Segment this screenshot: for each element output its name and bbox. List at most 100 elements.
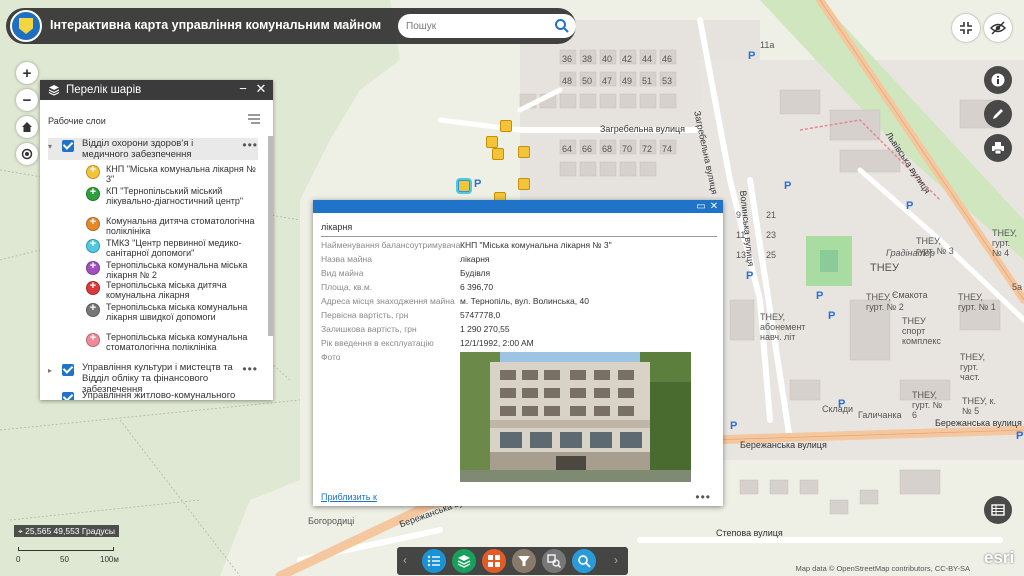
search-icon[interactable] [554,18,570,34]
edit-button[interactable] [984,100,1012,128]
attribute-key: Площа, кв.м. [321,282,373,292]
hospital-marker[interactable] [518,178,530,190]
crosshair-icon: ⌖ [18,526,23,536]
layer-options-button[interactable]: ••• [242,138,258,152]
layer-list-panel: Перелік шарів − ✕ Рабочие слои ▾ Відділ … [40,80,273,400]
legend-label: КП "Тернопільський міський лікувально-ді… [106,186,244,206]
minus-icon: − [22,91,32,109]
query-tool-button[interactable] [542,549,566,573]
feature-popup: ▭ ✕ лікарня Найменування балансоутримува… [313,200,723,506]
app-header: Інтерактивна карта управління комунальни… [6,8,576,44]
visibility-toggle-button[interactable] [984,14,1012,42]
legend-item: КНП "Міська комунальна лікарня № 3" [86,164,256,184]
hospital-symbol-icon [86,216,100,231]
locate-button[interactable] [16,143,38,165]
app-title: Інтерактивна карта управління комунальни… [50,18,382,32]
locate-icon [21,148,33,160]
parking-icon: P [748,50,756,62]
popup-divider [321,236,717,237]
hospital-symbol-icon [86,302,100,317]
minimize-panel-button[interactable]: − [235,81,251,96]
attribute-value: КНП "Міська комунальна лікарня № 3" [460,240,612,250]
legend-item: Комунальна дитяча стоматологічна поліклі… [86,216,256,236]
search-tool-button[interactable] [572,549,596,573]
filter-icon [518,556,530,566]
info-button[interactable] [984,66,1012,94]
parking-icon: P [828,310,836,322]
layer-group-health[interactable]: ▾ Відділ охорони здоров’я і медичного за… [48,138,258,160]
legend-tool-button[interactable] [422,549,446,573]
expand-caret-icon[interactable]: ▸ [48,366,58,375]
parking-icon: P [784,180,792,192]
legend-label: Тернопільська міська комунальна стоматол… [106,332,248,352]
pencil-icon [993,109,1003,119]
search-input[interactable] [406,17,556,35]
coordinate-text: 25,565 49,553 Градусы [25,526,115,536]
toolbar-prev-arrow-icon[interactable]: ‹ [403,553,407,567]
home-icon [22,122,32,132]
hospital-marker[interactable] [486,136,498,148]
attribute-key: Первісна вартість, грн [321,310,409,320]
toolbar-next-arrow-icon[interactable]: › [614,553,618,567]
building-photo[interactable] [460,352,691,482]
print-button[interactable] [984,134,1012,162]
attribute-key: Вид майна [321,268,364,278]
attribute-table-button[interactable] [984,496,1012,524]
hospital-marker[interactable] [518,146,530,158]
filter-tool-button[interactable] [512,549,536,573]
widget-toolbar: ‹ › [397,547,628,575]
eye-off-icon [990,21,1006,35]
layer-visibility-checkbox[interactable] [62,392,74,400]
popup-title: лікарня [321,222,353,232]
attribute-key: Залишкова вартість, грн [321,324,417,334]
parking-icon: P [838,398,846,410]
zoom-to-link[interactable]: Приблизить к [321,492,377,502]
popup-actions-button[interactable]: ••• [695,490,711,504]
parking-icon: P [746,270,754,282]
layer-group-label: Управління житлово-комунального [82,390,236,400]
layer-list-tool-button[interactable] [452,549,476,573]
layer-visibility-checkbox[interactable] [62,140,74,152]
collapse-caret-icon[interactable]: ▾ [48,142,58,151]
attribute-key: Фото [321,352,341,362]
printer-icon [992,142,1004,155]
zoom-out-button[interactable]: − [16,89,38,111]
fullscreen-button[interactable] [952,14,980,42]
parking-icon: P [816,290,824,302]
parking-icon: P [1016,430,1024,442]
legend-item: Тернопільська міська комунальна лікарня … [86,302,256,322]
search-box [398,14,576,38]
layer-list-scrollbar[interactable] [268,136,273,336]
layers-icon [457,555,471,568]
layer-group-housing[interactable]: Управління житлово-комунального [48,390,258,400]
layer-options-button[interactable]: ••• [242,362,258,376]
hospital-marker[interactable] [500,120,512,132]
list-icon [427,555,440,567]
selected-hospital-marker[interactable] [458,180,470,192]
fullscreen-icon [960,22,972,34]
basemap-gallery-tool-button[interactable] [482,549,506,573]
popup-close-button[interactable]: ✕ [708,200,720,213]
coordinate-readout[interactable]: ⌖ 25,565 49,553 Градусы [14,525,119,537]
layer-options-icon[interactable] [247,112,261,126]
zoom-in-button[interactable]: + [16,62,38,84]
legend-item: Тернопільська міська дитяча комунальна л… [86,280,256,300]
home-button[interactable] [16,116,38,138]
layer-visibility-checkbox[interactable] [62,364,74,376]
attribute-value: Будівля [460,268,491,278]
parking-icon: P [906,200,914,212]
attribute-value: 5747778,0 [460,310,501,320]
legend-item: ТМКЗ "Центр первинної медико-санітарної … [86,238,256,258]
info-icon [991,73,1005,87]
hospital-marker[interactable] [492,148,504,160]
esri-logo: esri [984,548,1015,567]
plus-icon: + [22,64,32,82]
grid-icon [488,555,500,567]
close-panel-button[interactable]: ✕ [253,81,269,97]
parking-icon: P [730,420,738,432]
legend-label: Комунальна дитяча стоматологічна поліклі… [106,216,255,236]
hospital-symbol-icon [86,260,100,275]
attribute-value: 6 396,70 [460,282,494,292]
hospital-symbol-icon [86,332,100,347]
popup-maximize-button[interactable]: ▭ [695,200,707,213]
